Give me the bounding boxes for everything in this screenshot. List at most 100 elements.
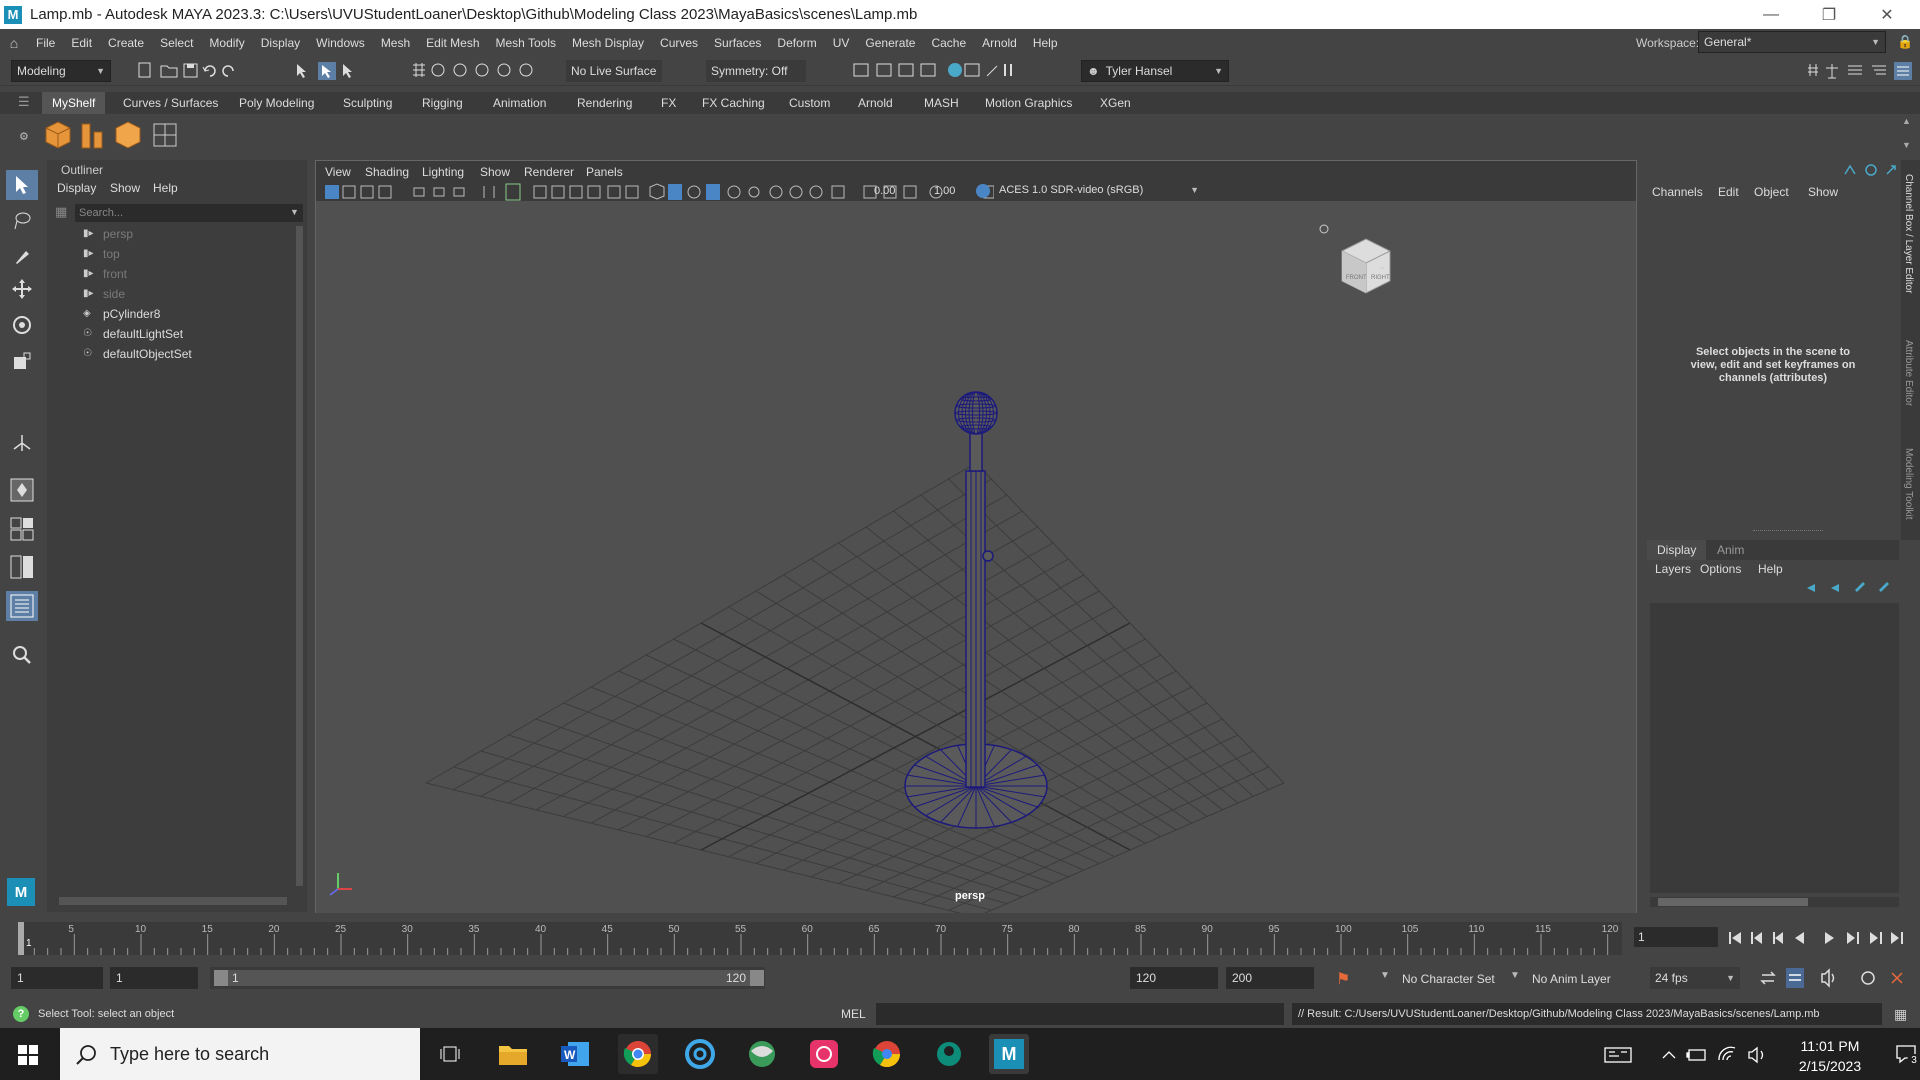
- anim-layer-chevron-icon[interactable]: ▼: [1510, 970, 1520, 981]
- globe-app-icon[interactable]: [742, 1034, 782, 1074]
- menu-help[interactable]: Help: [1025, 36, 1066, 50]
- tab-myshelf[interactable]: MyShelf: [42, 92, 106, 114]
- gitkraken-icon[interactable]: [929, 1034, 969, 1074]
- single-pane-layout-icon[interactable]: [6, 475, 38, 505]
- menu-mesh[interactable]: Mesh: [373, 36, 418, 50]
- menu-generate[interactable]: Generate: [857, 36, 923, 50]
- tab-rigging[interactable]: Rigging: [412, 92, 473, 114]
- show-manipulator-icon[interactable]: [6, 428, 38, 458]
- chrome-icon[interactable]: [618, 1034, 658, 1074]
- snap-icons[interactable]: [410, 61, 550, 81]
- range-end-field[interactable]: 200: [1226, 967, 1314, 989]
- shelf-scroll-down-icon[interactable]: ▼: [1902, 140, 1911, 150]
- outliner-vertical-scrollbar[interactable]: [296, 226, 303, 886]
- layer-tab-display[interactable]: Display: [1647, 540, 1707, 560]
- rotate-tool-icon[interactable]: [6, 310, 38, 340]
- range-slider-handle[interactable]: 1 120: [214, 970, 764, 986]
- select-tool-icon[interactable]: [6, 170, 38, 200]
- tab-motion-graphics[interactable]: Motion Graphics: [975, 92, 1082, 114]
- auto-key-icon[interactable]: ⚑: [1336, 969, 1350, 989]
- tab-animation[interactable]: Animation: [483, 92, 556, 114]
- channels-menu-object[interactable]: Object: [1754, 185, 1789, 199]
- viewport-menu-shading[interactable]: Shading: [365, 165, 409, 179]
- viewport-canvas[interactable]: FRONT RIGHT ⌄ persp: [316, 201, 1636, 913]
- channels-menu-channels[interactable]: Channels: [1652, 185, 1703, 199]
- range-right-grip[interactable]: [750, 970, 764, 986]
- current-frame-marker[interactable]: [18, 922, 24, 955]
- layer-tool-icons[interactable]: [1803, 580, 1903, 596]
- tab-rendering[interactable]: Rendering: [567, 92, 642, 114]
- range-slider[interactable]: 1 120: [210, 967, 765, 989]
- current-frame-field[interactable]: 1: [1634, 927, 1718, 947]
- two-pane-layout-icon[interactable]: [6, 552, 38, 582]
- script-language-toggle[interactable]: MEL: [841, 1007, 866, 1021]
- file-tools-icons[interactable]: [135, 61, 275, 81]
- system-tray-icons[interactable]: [1603, 1044, 1783, 1066]
- tab-sculpting[interactable]: Sculpting: [333, 92, 402, 114]
- viewport-menu-panels[interactable]: Panels: [586, 165, 623, 179]
- layers-menu-layers[interactable]: Layers: [1655, 562, 1691, 576]
- time-slider[interactable]: 5 10 15 20 25 30 35 40 45 50 55 60 65 70 75 80 85 90 95 100…: [0, 915, 1920, 955]
- menu-deform[interactable]: Deform: [769, 36, 824, 50]
- chevron-down-icon[interactable]: ▼: [290, 207, 299, 217]
- layers-menu-help[interactable]: Help: [1758, 562, 1783, 576]
- move-tool-icon[interactable]: [6, 274, 38, 304]
- tab-xgen[interactable]: XGen: [1090, 92, 1141, 114]
- menu-display[interactable]: Display: [253, 36, 308, 50]
- time-ruler[interactable]: 5 10 15 20 25 30 35 40 45 50 55 60 65 70 75 80 85 90 95 100…: [18, 922, 1622, 955]
- scale-tool-icon[interactable]: [6, 346, 38, 376]
- character-set-chevron-icon[interactable]: ▼: [1380, 970, 1390, 981]
- render-icons[interactable]: [853, 60, 1033, 82]
- menu-create[interactable]: Create: [100, 36, 152, 50]
- outliner-item-defaultobjectset[interactable]: ☉ defaultObjectSet: [83, 345, 192, 363]
- viewport-menu-renderer[interactable]: Renderer: [524, 165, 574, 179]
- lock-icon[interactable]: 🔒: [1897, 34, 1913, 50]
- menu-mesh-display[interactable]: Mesh Display: [564, 36, 652, 50]
- channels-menu-edit[interactable]: Edit: [1718, 185, 1739, 199]
- menu-uv[interactable]: UV: [825, 36, 858, 50]
- shelf-icons[interactable]: [44, 118, 184, 152]
- script-editor-icon[interactable]: ▦: [1894, 1006, 1907, 1023]
- symmetry-dropdown[interactable]: Symmetry: Off: [706, 60, 806, 82]
- menu-cache[interactable]: Cache: [923, 36, 974, 50]
- four-pane-layout-icon[interactable]: [6, 514, 38, 544]
- channel-box-header-icons[interactable]: [1841, 162, 1899, 178]
- maya-taskbar-icon[interactable]: M: [989, 1034, 1029, 1074]
- outliner-horizontal-scrollbar[interactable]: [59, 897, 287, 905]
- outliner-item-side[interactable]: ▮▸ side: [83, 285, 125, 303]
- outliner-item-persp[interactable]: ▮▸ persp: [83, 225, 133, 243]
- command-input[interactable]: [876, 1003, 1284, 1025]
- menuset-dropdown[interactable]: Modeling ▼: [11, 60, 111, 82]
- outliner-item-defaultlightset[interactable]: ☉ defaultLightSet: [83, 325, 183, 343]
- playback-controls[interactable]: [1725, 928, 1915, 948]
- live-surface-field[interactable]: No Live Surface: [566, 60, 662, 82]
- paint-select-tool-icon[interactable]: [6, 240, 38, 270]
- playback-start-field[interactable]: 1: [110, 967, 198, 989]
- channels-menu-show[interactable]: Show: [1808, 185, 1838, 199]
- tab-fx-caching[interactable]: FX Caching: [692, 92, 775, 114]
- close-button[interactable]: ✕: [1858, 0, 1916, 29]
- panel-toggle-icons[interactable]: [1804, 60, 1916, 82]
- menu-surfaces[interactable]: Surfaces: [706, 36, 769, 50]
- taskbar-search-box[interactable]: Type here to search: [60, 1028, 420, 1080]
- shelf-scroll-up-icon[interactable]: ▲: [1902, 116, 1911, 126]
- layers-menu-options[interactable]: Options: [1700, 562, 1741, 576]
- shelf-options-icon[interactable]: ⚙: [19, 130, 29, 143]
- color-space-dropdown[interactable]: ACES 1.0 SDR-video (sRGB) ▼: [994, 181, 1204, 199]
- viewport-menu-lighting[interactable]: Lighting: [422, 165, 464, 179]
- shelf-menu-icon[interactable]: ☰: [18, 94, 30, 110]
- splitter-handle[interactable]: [1753, 530, 1823, 531]
- exposure-field[interactable]: 0.00: [874, 185, 895, 197]
- side-tab-modeling-toolkit[interactable]: Modeling Toolkit: [1903, 448, 1914, 520]
- outliner-search-input[interactable]: Search...: [75, 204, 303, 222]
- menu-modify[interactable]: Modify: [201, 36, 252, 50]
- fps-dropdown[interactable]: 24 fps ▼: [1650, 967, 1740, 989]
- layer-list[interactable]: [1650, 603, 1899, 893]
- restore-button[interactable]: ❐: [1800, 0, 1858, 29]
- file-explorer-icon[interactable]: [493, 1034, 533, 1074]
- character-set-label[interactable]: No Character Set: [1402, 972, 1495, 986]
- layer-scrollbar[interactable]: [1650, 897, 1899, 907]
- outliner-item-pcylinder8[interactable]: ◈ pCylinder8: [83, 305, 160, 323]
- menu-edit-mesh[interactable]: Edit Mesh: [418, 36, 487, 50]
- viewcube-menu-icon[interactable]: ⌄: [1378, 261, 1386, 272]
